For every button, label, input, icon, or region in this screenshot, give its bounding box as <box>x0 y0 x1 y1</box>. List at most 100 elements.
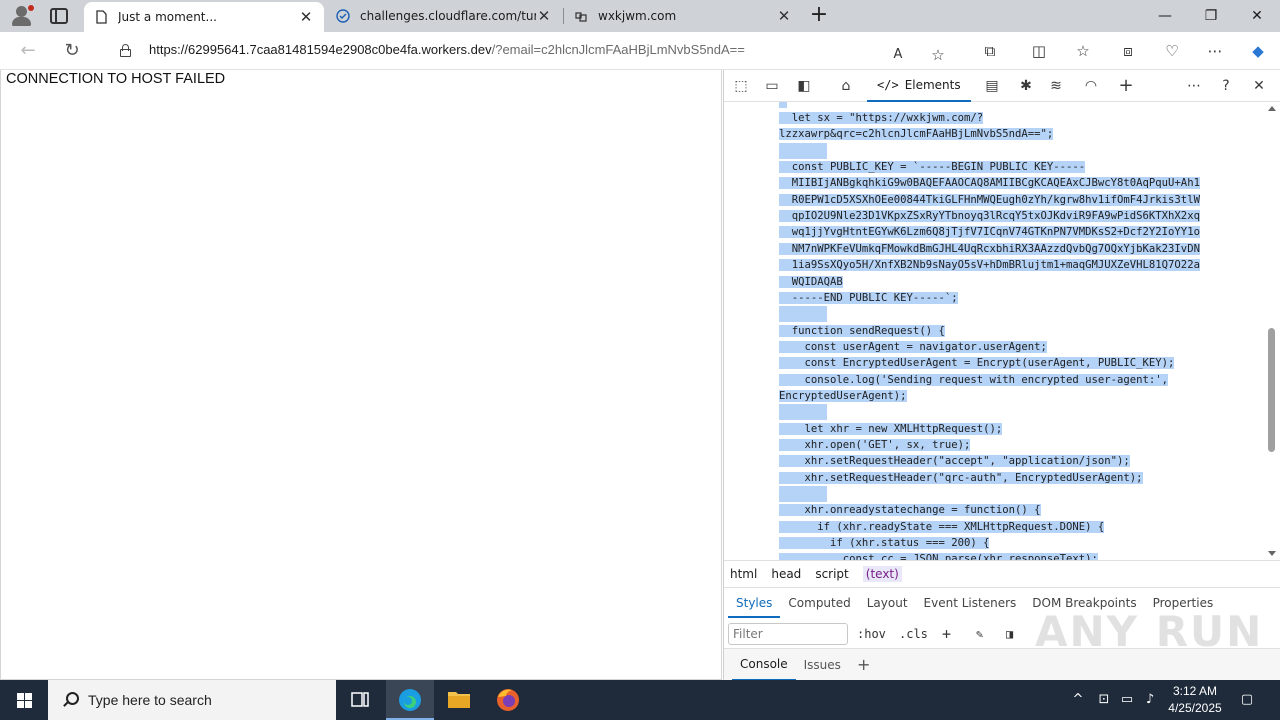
breadcrumb-text[interactable]: (text) <box>862 566 902 582</box>
tab-layout[interactable]: Layout <box>859 588 916 618</box>
breadcrumb-html[interactable]: html <box>730 567 757 581</box>
restore-button[interactable]: ❐ <box>1188 0 1234 32</box>
code-line[interactable]: MIIBIjANBgkqhkiG9w0BAQEFAAOCAQ8AMIIBCgKC… <box>779 175 1200 191</box>
code-line[interactable] <box>779 404 827 421</box>
performance-gauge-icon[interactable]: ◠ <box>1081 77 1101 95</box>
add-drawer-tab-icon[interactable]: + <box>849 650 878 680</box>
tab-properties[interactable]: Properties <box>1145 588 1222 618</box>
close-devtools-icon[interactable]: ✕ <box>1249 77 1269 95</box>
sources-bug-icon[interactable]: ✱ <box>1016 77 1036 95</box>
notifications-icon[interactable]: ▢ <box>1236 680 1258 720</box>
close-window-button[interactable]: ✕ <box>1234 0 1280 32</box>
code-line[interactable]: 1ia9SsXQyo5H/XnfXB2Nb9sNayO5sV+hDmBRlujt… <box>779 257 1200 273</box>
show-hidden-icons-icon[interactable]: ^ <box>1068 680 1088 720</box>
toggle-sidebar-icon[interactable]: ◨ <box>1006 625 1013 643</box>
tab-actions-icon[interactable] <box>50 8 68 24</box>
breadcrumb-head[interactable]: head <box>771 567 801 581</box>
lock-icon[interactable] <box>120 44 131 57</box>
paint-brush-icon[interactable]: ✎ <box>976 625 983 643</box>
code-line[interactable]: const EncryptedUserAgent = Encrypt(userA… <box>779 355 1175 371</box>
network-icon[interactable]: ▭ <box>1117 680 1137 720</box>
file-explorer-icon[interactable] <box>435 680 483 720</box>
taskbar-search-box[interactable]: Type here to search <box>48 680 336 720</box>
code-line[interactable]: const userAgent = navigator.userAgent; <box>779 339 1047 355</box>
firefox-icon[interactable] <box>484 680 532 720</box>
minimize-button[interactable]: — <box>1142 0 1188 32</box>
scrollbar-thumb[interactable] <box>1268 328 1275 452</box>
dom-tree-scrollbar[interactable] <box>1265 102 1279 560</box>
taskbar-clock[interactable]: 3:12 AM 4/25/2025 <box>1160 683 1230 717</box>
close-tab-icon[interactable]: ✕ <box>536 7 552 25</box>
dock-side-icon[interactable]: ◧ <box>794 77 814 95</box>
code-line[interactable]: function sendRequest() { <box>779 323 945 339</box>
code-line[interactable]: qpIO2U9Nle23D1VKpxZSxRyYTbnoyq3lRcqY5txO… <box>779 208 1200 224</box>
close-tab-icon[interactable]: ✕ <box>776 7 792 25</box>
code-line[interactable]: xhr.onreadystatechange = function() { <box>779 502 1041 518</box>
code-line[interactable]: const PUBLIC_KEY = `-----BEGIN PUBLIC KE… <box>779 159 1086 175</box>
styles-filter-input[interactable]: Filter <box>728 623 848 645</box>
tab-computed[interactable]: Computed <box>780 588 858 618</box>
code-line[interactable] <box>779 142 827 159</box>
code-line[interactable]: let xhr = new XMLHttpRequest(); <box>779 421 1003 437</box>
split-screen-icon[interactable]: ◫ <box>1029 41 1049 61</box>
profile-avatar-icon[interactable] <box>10 5 34 27</box>
code-line[interactable] <box>779 486 827 503</box>
favorite-star-icon[interactable]: ☆ <box>928 45 948 65</box>
tab-cloudflare[interactable]: challenges.cloudflare.com/turnst ✕ <box>326 0 562 32</box>
code-line[interactable]: xhr.open('GET', sx, true); <box>779 437 971 453</box>
code-line[interactable]: EncryptedUserAgent); <box>779 388 907 404</box>
refresh-icon[interactable]: ↻ <box>58 38 86 64</box>
back-arrow-icon[interactable]: ← <box>14 38 42 64</box>
close-tab-icon[interactable]: ✕ <box>298 8 314 26</box>
code-line[interactable]: if (xhr.status === 200) { <box>779 535 990 551</box>
tab-elements[interactable]: </> Elements <box>867 70 971 102</box>
more-menu-icon[interactable]: ⋯ <box>1205 41 1225 61</box>
windows-start-icon[interactable] <box>0 680 48 720</box>
tab-wxkjwm[interactable]: wxkjwm.com ✕ <box>564 0 802 32</box>
read-aloud-icon[interactable]: A <box>888 45 908 65</box>
welcome-home-icon[interactable]: ⌂ <box>836 77 856 95</box>
code-line[interactable]: if (xhr.readyState === XMLHttpRequest.DO… <box>779 519 1105 535</box>
code-line[interactable]: -----END PUBLIC KEY-----`; <box>779 290 958 306</box>
code-line[interactable]: console.log('Sending request with encryp… <box>779 372 1169 388</box>
device-icon[interactable]: ⊡ <box>1094 680 1114 720</box>
code-line[interactable]: xhr.setRequestHeader("accept", "applicat… <box>779 453 1130 469</box>
code-line[interactable]: xhr.setRequestHeader("qrc-auth", Encrypt… <box>779 470 1143 486</box>
tab-just-a-moment[interactable]: Just a moment... ✕ <box>84 2 324 32</box>
code-line[interactable]: lzzxawrp&qrc=c2hlcnJlcmFAaHBjLmNvbS5ndA=… <box>779 126 1054 142</box>
code-line[interactable]: WQIDAQAB <box>779 274 843 290</box>
code-line[interactable]: R0EPW1cD5XSXhOEe00844TkiGLFHnMWQEugh0zYh… <box>779 192 1200 208</box>
devtools-more-icon[interactable]: ⋯ <box>1184 77 1204 95</box>
new-style-rule-icon[interactable]: + <box>942 625 951 643</box>
tab-issues[interactable]: Issues <box>796 650 849 680</box>
tab-console[interactable]: Console <box>732 649 796 681</box>
copilot-icon[interactable]: ◆ <box>1248 41 1268 61</box>
volume-icon[interactable]: ♪ <box>1140 680 1160 720</box>
elements-dom-tree[interactable]: let sx = "https://wxkjwm.com/? lzzxawrp&q… <box>724 102 1266 560</box>
code-line[interactable] <box>779 306 827 323</box>
tab-dom-breakpoints[interactable]: DOM Breakpoints <box>1024 588 1144 618</box>
console-errors-icon[interactable]: ▤ <box>982 77 1002 95</box>
help-icon[interactable]: ? <box>1216 77 1236 95</box>
device-emulation-icon[interactable]: ▭ <box>762 77 782 95</box>
edge-browser-icon[interactable] <box>386 680 434 720</box>
breadcrumb-script[interactable]: script <box>815 567 848 581</box>
task-view-icon[interactable] <box>336 680 384 720</box>
code-line[interactable]: let sx = "https://wxkjwm.com/? <box>779 110 984 126</box>
cls-toggle[interactable]: .cls <box>899 625 928 643</box>
tab-styles[interactable]: Styles <box>728 588 781 618</box>
network-wifi-icon[interactable]: ≋ <box>1046 77 1066 95</box>
new-tab-button[interactable]: + <box>808 3 830 29</box>
favorites-icon[interactable]: ☆ <box>1073 41 1093 61</box>
url-text[interactable]: https://62995641.7caa81481594e2908c0be4f… <box>149 42 745 57</box>
tab-event-listeners[interactable]: Event Listeners <box>916 588 1025 618</box>
code-line[interactable]: NM7nWPKFeVUmkqFMowkdBmGJHL4UqRcxbhiRX3AA… <box>779 241 1200 257</box>
inspect-element-icon[interactable]: ⬚ <box>731 77 751 95</box>
hov-toggle[interactable]: :hov <box>857 625 886 643</box>
collections-icon[interactable]: ⧈ <box>1118 41 1138 61</box>
extensions-icon[interactable]: ⧉ <box>980 41 1000 61</box>
more-tools-plus-icon[interactable]: + <box>1116 77 1136 95</box>
code-line[interactable]: const cc = JSON.parse(xhr.responseText); <box>779 551 1098 560</box>
code-line[interactable]: wq1jjYvgHtntEGYwK6Lzm6Q8jTjfV7ICqnV74GTK… <box>779 224 1200 240</box>
performance-icon[interactable]: ♡ <box>1162 41 1182 61</box>
